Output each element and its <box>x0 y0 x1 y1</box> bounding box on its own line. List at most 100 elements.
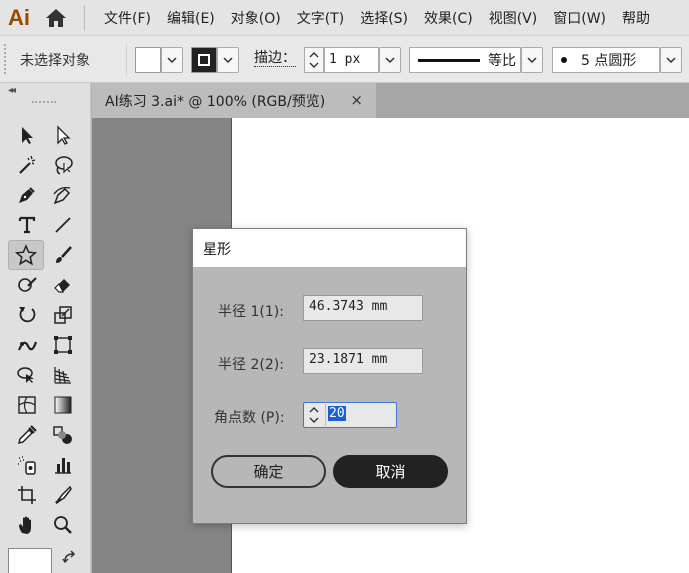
artboard-tool[interactable] <box>13 481 41 509</box>
zoom-magnifier-icon <box>54 516 72 534</box>
puppet-warp-tool[interactable] <box>13 331 41 359</box>
magic-wand-tool[interactable] <box>13 151 41 179</box>
brush-definition[interactable]: 5 点圆形 <box>552 47 660 73</box>
brush-label: 5 点圆形 <box>581 53 637 69</box>
menu-help[interactable]: 帮助 <box>617 8 655 28</box>
line-segment-tool[interactable] <box>49 211 77 239</box>
menu-view[interactable]: 视图(V) <box>484 8 543 28</box>
tools-panel: ◂◂ <box>0 83 91 573</box>
hand-tool[interactable] <box>13 511 41 539</box>
document-tab[interactable]: AI练习 3.ai* @ 100% (RGB/预览) × <box>92 83 376 118</box>
brush-dot-icon <box>561 57 567 63</box>
points-value-selected: 20 <box>328 406 346 421</box>
profile-dropdown[interactable] <box>521 47 543 73</box>
chevron-down-icon <box>167 57 177 63</box>
scale-tool[interactable] <box>49 301 77 329</box>
paintbrush-icon <box>56 246 72 263</box>
selection-tool[interactable] <box>13 121 41 149</box>
type-t-icon <box>18 216 36 234</box>
slice-knife-icon <box>55 485 72 504</box>
star-icon <box>15 244 37 266</box>
ok-button[interactable]: 确定 <box>211 455 326 488</box>
slice-tool[interactable] <box>49 481 77 509</box>
mesh-tool[interactable] <box>13 391 41 419</box>
swap-fill-stroke-icon[interactable] <box>62 550 78 570</box>
collapse-icon[interactable]: ◂◂ <box>8 85 16 96</box>
free-transform-tool[interactable] <box>49 331 77 359</box>
symbol-sprayer-tool[interactable] <box>13 451 41 479</box>
radius2-label: 半径 2(2): <box>218 357 284 373</box>
menu-type[interactable]: 文字(T) <box>292 8 349 28</box>
control-bar: 未选择对象 描边： 1 px 等比 5 点圆形 <box>0 36 689 83</box>
control-divider <box>126 44 127 76</box>
type-tool[interactable] <box>13 211 41 239</box>
fill-dropdown[interactable] <box>161 47 183 73</box>
menu-effect[interactable]: 效果(C) <box>419 8 478 28</box>
perspective-grid-tool[interactable] <box>49 361 77 389</box>
stroke-color-dropdown[interactable] <box>217 47 239 73</box>
panel-grip[interactable] <box>4 44 8 74</box>
eyedropper-tool[interactable] <box>13 421 41 449</box>
puppet-warp-icon <box>17 341 38 351</box>
fill-swatch[interactable] <box>135 47 161 73</box>
menu-select[interactable]: 选择(S) <box>355 8 413 28</box>
mesh-icon <box>18 396 36 414</box>
menu-divider <box>84 4 85 31</box>
stroke-label[interactable]: 描边： <box>254 50 296 67</box>
close-icon[interactable]: × <box>350 91 363 109</box>
chevron-down-icon <box>527 57 537 63</box>
eyedropper-icon <box>17 425 37 445</box>
chevron-down-icon <box>385 57 395 63</box>
column-graph-icon <box>55 458 71 474</box>
menu-file[interactable]: 文件(F) <box>99 8 156 28</box>
hand-icon <box>19 516 31 534</box>
perspective-grid-icon <box>54 367 71 384</box>
paintbrush-tool[interactable] <box>49 241 77 269</box>
points-stepper[interactable] <box>303 402 325 428</box>
pen-tool[interactable] <box>13 181 41 209</box>
variable-width-profile[interactable]: 等比 <box>409 47 521 73</box>
curvature-pen-icon <box>53 186 71 205</box>
radius1-input[interactable]: 46.3743 mm <box>303 295 423 321</box>
lasso-tool[interactable] <box>49 151 77 179</box>
menu-object[interactable]: 对象(O) <box>226 8 286 28</box>
stroke-weight-dropdown[interactable] <box>379 47 401 73</box>
eraser-tool[interactable] <box>49 271 77 299</box>
hollow-arrow-icon <box>57 125 71 145</box>
radius1-label: 半径 1(1): <box>218 304 284 320</box>
app-logo: Ai <box>8 4 30 30</box>
menu-edit[interactable]: 编辑(E) <box>162 8 220 28</box>
stroke-weight-input[interactable]: 1 px <box>324 47 379 73</box>
radius2-input[interactable]: 23.1871 mm <box>303 348 423 374</box>
symbol-sprayer-icon <box>18 456 36 475</box>
menu-window[interactable]: 窗口(W) <box>548 8 611 28</box>
shaper-tool[interactable] <box>13 271 41 299</box>
stroke-weight-stepper[interactable] <box>304 47 324 73</box>
star-dialog: 星形 半径 1(1): 46.3743 mm 半径 2(2): 23.1871 … <box>192 228 467 524</box>
zoom-tool[interactable] <box>49 511 77 539</box>
document-tab-title: AI练习 3.ai* @ 100% (RGB/预览) <box>105 93 326 110</box>
brush-dropdown[interactable] <box>660 47 682 73</box>
stroke-swatch[interactable] <box>191 47 217 73</box>
blend-icon <box>53 426 72 444</box>
column-graph-tool[interactable] <box>49 451 77 479</box>
blend-tool[interactable] <box>49 421 77 449</box>
home-icon[interactable] <box>38 0 74 36</box>
gradient-tool[interactable] <box>49 391 77 419</box>
scale-icon <box>54 306 72 324</box>
fill-color-box[interactable] <box>8 548 52 573</box>
points-input[interactable]: 20 <box>325 402 397 428</box>
panel-grip[interactable] <box>32 101 56 105</box>
curvature-tool[interactable] <box>49 181 77 209</box>
free-transform-icon <box>54 336 72 354</box>
arrow-icon <box>22 127 33 144</box>
star-tool[interactable] <box>8 240 44 270</box>
rotate-tool[interactable] <box>13 301 41 329</box>
gradient-icon <box>54 396 72 414</box>
points-label: 角点数 (P): <box>214 410 285 426</box>
shape-builder-tool[interactable] <box>13 361 41 389</box>
cancel-button[interactable]: 取消 <box>333 455 448 488</box>
lasso-icon <box>55 156 73 175</box>
dialog-title[interactable]: 星形 <box>193 229 466 267</box>
direct-selection-tool[interactable] <box>49 121 77 149</box>
